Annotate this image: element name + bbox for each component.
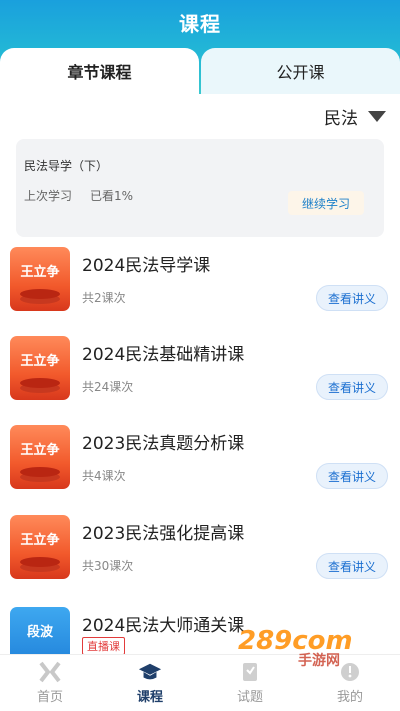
header: 课程 章节课程 公开课 — [0, 0, 400, 95]
teacher-name: 段波 — [26, 625, 53, 640]
course-item[interactable]: 王立争 2024民法基础精讲课 共24课次 查看讲义 — [0, 336, 400, 424]
course-thumbnail: 王立争 — [10, 336, 70, 400]
lesson-count: 共30课次 — [82, 559, 134, 573]
course-title: 2024民法导学课 — [82, 256, 211, 276]
course-item[interactable]: 王立争 2024民法导学课 共2课次 查看讲义 — [0, 247, 400, 335]
podium-icon — [20, 289, 60, 299]
view-notes-button[interactable]: 查看讲义 — [316, 553, 388, 579]
home-x-icon — [38, 661, 62, 683]
tab-bar: 章节课程 公开课 — [0, 48, 400, 94]
podium-icon — [20, 467, 60, 477]
last-study-label: 上次学习 — [24, 189, 73, 203]
view-notes-button[interactable]: 查看讲义 — [316, 374, 388, 400]
lesson-count: 共4课次 — [82, 469, 126, 483]
podium-icon — [20, 557, 60, 567]
course-title: 2023民法强化提高课 — [82, 524, 245, 544]
course-thumbnail: 王立争 — [10, 247, 70, 311]
nav-courses-label: 课程 — [136, 690, 163, 705]
teacher-name: 王立争 — [20, 265, 60, 280]
course-title: 2024民法基础精讲课 — [82, 345, 245, 365]
course-thumbnail: 王立争 — [10, 425, 70, 489]
page-title: 课程 — [179, 12, 221, 36]
teacher-name: 王立争 — [20, 443, 60, 458]
course-title: 2023民法真题分析课 — [82, 434, 245, 454]
lesson-count: 共2课次 — [82, 291, 126, 305]
live-badge: 直播课 — [82, 637, 125, 655]
view-notes-button[interactable]: 查看讲义 — [316, 463, 388, 489]
tab-public-courses[interactable]: 公开课 — [201, 48, 400, 94]
course-title: 2024民法大师通关课 — [82, 616, 245, 636]
nav-profile-label: 我的 — [336, 690, 363, 705]
subject-filter[interactable]: 民法 — [324, 104, 386, 129]
course-thumbnail: 王立争 — [10, 515, 70, 579]
watermark-logo: 289com 手游网 — [238, 626, 398, 676]
subject-filter-label: 民法 — [324, 109, 358, 129]
progress-percent: 已看1% — [90, 189, 134, 203]
dropdown-triangle-icon — [368, 111, 386, 122]
podium-icon — [20, 378, 60, 388]
continue-learning-button[interactable]: 继续学习 — [288, 191, 364, 215]
tab-chapter-courses[interactable]: 章节课程 — [0, 48, 199, 94]
teacher-name: 王立争 — [20, 533, 60, 548]
course-page: 民法 民法导学（下） 上次学习 已看1% 继续学习 王立争 2024民法导学课 … — [0, 94, 400, 671]
teacher-name: 王立争 — [20, 354, 60, 369]
nav-home[interactable]: 首页 — [0, 655, 100, 711]
lesson-count: 共24课次 — [82, 380, 134, 394]
last-course-title: 民法导学（下） — [24, 159, 109, 173]
view-notes-button[interactable]: 查看讲义 — [316, 285, 388, 311]
nav-courses[interactable]: 课程 — [100, 655, 200, 711]
course-item[interactable]: 王立争 2023民法真题分析课 共4课次 查看讲义 — [0, 425, 400, 513]
continue-learning-card[interactable]: 民法导学（下） 上次学习 已看1% 继续学习 — [16, 139, 384, 237]
nav-home-label: 首页 — [36, 690, 63, 705]
course-item[interactable]: 王立争 2023民法强化提高课 共30课次 查看讲义 — [0, 515, 400, 603]
nav-exam-label: 试题 — [236, 690, 263, 705]
graduation-cap-icon — [138, 661, 162, 683]
